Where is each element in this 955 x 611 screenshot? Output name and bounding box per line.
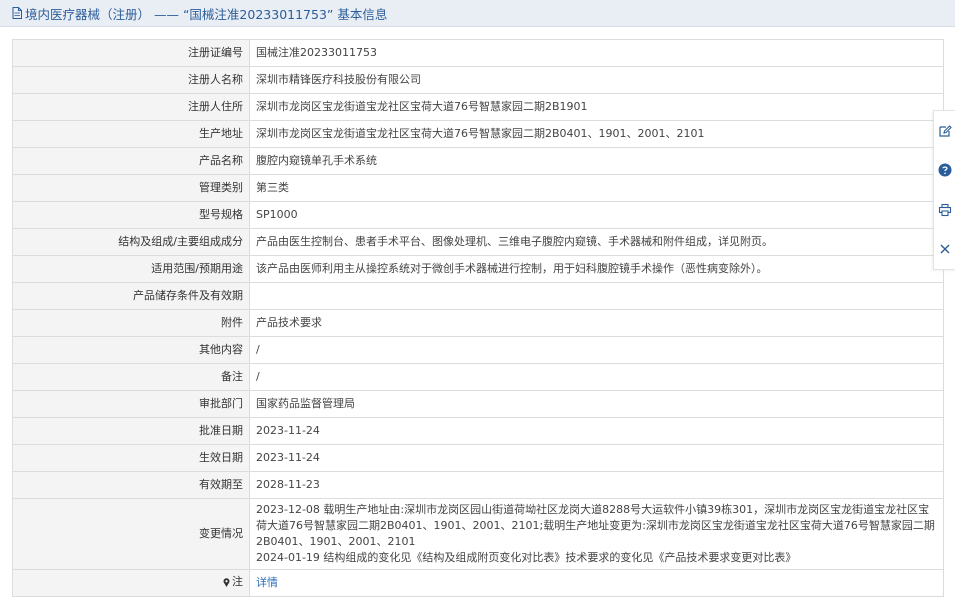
details-link[interactable]: 详情 — [256, 576, 278, 589]
row-label: 产品储存条件及有效期 — [12, 282, 250, 310]
print-icon — [938, 203, 952, 216]
info-table: 注册证编号 国械注准20233011753 注册人名称 深圳市精锋医疗科技股份有限公司… — [12, 39, 944, 597]
row-label: 注册人住所 — [12, 93, 250, 121]
edit-button[interactable] — [937, 123, 953, 139]
pin-icon — [223, 577, 230, 587]
row-label: 型号规格 — [12, 201, 250, 229]
row-label: 其他内容 — [12, 336, 250, 364]
help-button[interactable] — [937, 162, 953, 178]
row-label: 变更情况 — [12, 498, 250, 570]
table-row: 其他内容 / — [12, 336, 944, 364]
page-header: 境内医疗器械（注册） —— “国械注准20233011753” 基本信息 — [0, 0, 955, 27]
table-row: 有效期至 2028-11-23 — [12, 471, 944, 499]
info-table-body: 注册证编号 国械注准20233011753 注册人名称 深圳市精锋医疗科技股份有限公司… — [12, 39, 944, 597]
close-button[interactable] — [937, 241, 953, 257]
table-row: 适用范围/预期用途 该产品由医师利用主从操控系统对于微创手术器械进行控制，用于妇科… — [12, 255, 944, 283]
row-label: 注册证编号 — [12, 39, 250, 67]
table-row: 注册证编号 国械注准20233011753 — [12, 39, 944, 67]
edit-icon — [939, 124, 952, 137]
row-label: 有效期至 — [12, 471, 250, 499]
table-row: 生效日期 2023-11-24 — [12, 444, 944, 472]
row-value: SP1000 — [249, 201, 944, 229]
row-label: 管理类别 — [12, 174, 250, 202]
table-row: 型号规格 SP1000 — [12, 201, 944, 229]
row-value: 深圳市龙岗区宝龙街道宝龙社区宝荷大道76号智慧家园二期2B1901 — [249, 93, 944, 121]
table-row: 生产地址 深圳市龙岗区宝龙街道宝龙社区宝荷大道76号智慧家园二期2B0401、19… — [12, 120, 944, 148]
table-row: 产品名称 腹腔内窥镜单孔手术系统 — [12, 147, 944, 175]
row-label: 附件 — [12, 309, 250, 337]
row-value: 腹腔内窥镜单孔手术系统 — [249, 147, 944, 175]
table-row: 批准日期 2023-11-24 — [12, 417, 944, 445]
page-title: 境内医疗器械（注册） —— “国械注准20233011753” 基本信息 — [25, 6, 388, 22]
row-value — [249, 282, 944, 310]
row-label: 审批部门 — [12, 390, 250, 418]
row-value: 详情 — [249, 569, 944, 597]
row-value: / — [249, 336, 944, 364]
row-label: 注 — [12, 569, 250, 597]
row-value: 国家药品监督管理局 — [249, 390, 944, 418]
row-value: 该产品由医师利用主从操控系统对于微创手术器械进行控制，用于妇科腹腔镜手术操作（恶… — [249, 255, 944, 283]
row-value: 国械注准20233011753 — [249, 39, 944, 67]
table-row-note: 注 详情 — [12, 569, 944, 597]
table-row: 注册人名称 深圳市精锋医疗科技股份有限公司 — [12, 66, 944, 94]
row-label: 备注 — [12, 363, 250, 391]
row-label: 适用范围/预期用途 — [12, 255, 250, 283]
row-value: 第三类 — [249, 174, 944, 202]
row-value: 产品由医生控制台、患者手术平台、图像处理机、三维电子腹腔内窥镜、手术器械和附件组… — [249, 228, 944, 256]
row-label: 产品名称 — [12, 147, 250, 175]
close-icon — [940, 244, 950, 254]
table-row: 注册人住所 深圳市龙岗区宝龙街道宝龙社区宝荷大道76号智慧家园二期2B1901 — [12, 93, 944, 121]
row-label: 生产地址 — [12, 120, 250, 148]
document-icon — [12, 7, 22, 19]
table-row: 备注 / — [12, 363, 944, 391]
change-line: 2024-01-19 结构组成的变化见《结构及组成附页变化对比表》技术要求的变化… — [256, 551, 797, 564]
note-label: 注 — [223, 574, 243, 590]
table-row-change: 变更情况 2023-12-08 载明生产地址由:深圳市龙岗区园山街道荷坳社区龙岗… — [12, 498, 944, 570]
row-value: / — [249, 363, 944, 391]
print-button[interactable] — [937, 202, 953, 218]
table-row: 审批部门 国家药品监督管理局 — [12, 390, 944, 418]
table-row: 结构及组成/主要组成成分 产品由医生控制台、患者手术平台、图像处理机、三维电子腹腔… — [12, 228, 944, 256]
change-line: 2023-12-08 载明生产地址由:深圳市龙岗区园山街道荷坳社区龙岗大道828… — [256, 503, 935, 548]
row-label: 生效日期 — [12, 444, 250, 472]
row-value: 2028-11-23 — [249, 471, 944, 499]
table-row: 附件 产品技术要求 — [12, 309, 944, 337]
side-toolbar — [933, 110, 955, 270]
table-row: 产品储存条件及有效期 — [12, 282, 944, 310]
row-value: 深圳市精锋医疗科技股份有限公司 — [249, 66, 944, 94]
row-label: 批准日期 — [12, 417, 250, 445]
row-label: 结构及组成/主要组成成分 — [12, 228, 250, 256]
row-value: 产品技术要求 — [249, 309, 944, 337]
row-value: 2023-11-24 — [249, 417, 944, 445]
table-row: 管理类别 第三类 — [12, 174, 944, 202]
row-value: 2023-11-24 — [249, 444, 944, 472]
help-icon — [938, 163, 952, 177]
row-label: 注册人名称 — [12, 66, 250, 94]
info-table-container: 注册证编号 国械注准20233011753 注册人名称 深圳市精锋医疗科技股份有限公司… — [12, 39, 944, 597]
note-label-text: 注 — [232, 575, 243, 589]
row-value: 深圳市龙岗区宝龙街道宝龙社区宝荷大道76号智慧家园二期2B0401、1901、2… — [249, 120, 944, 148]
change-history: 2023-12-08 载明生产地址由:深圳市龙岗区园山街道荷坳社区龙岗大道828… — [249, 498, 944, 570]
